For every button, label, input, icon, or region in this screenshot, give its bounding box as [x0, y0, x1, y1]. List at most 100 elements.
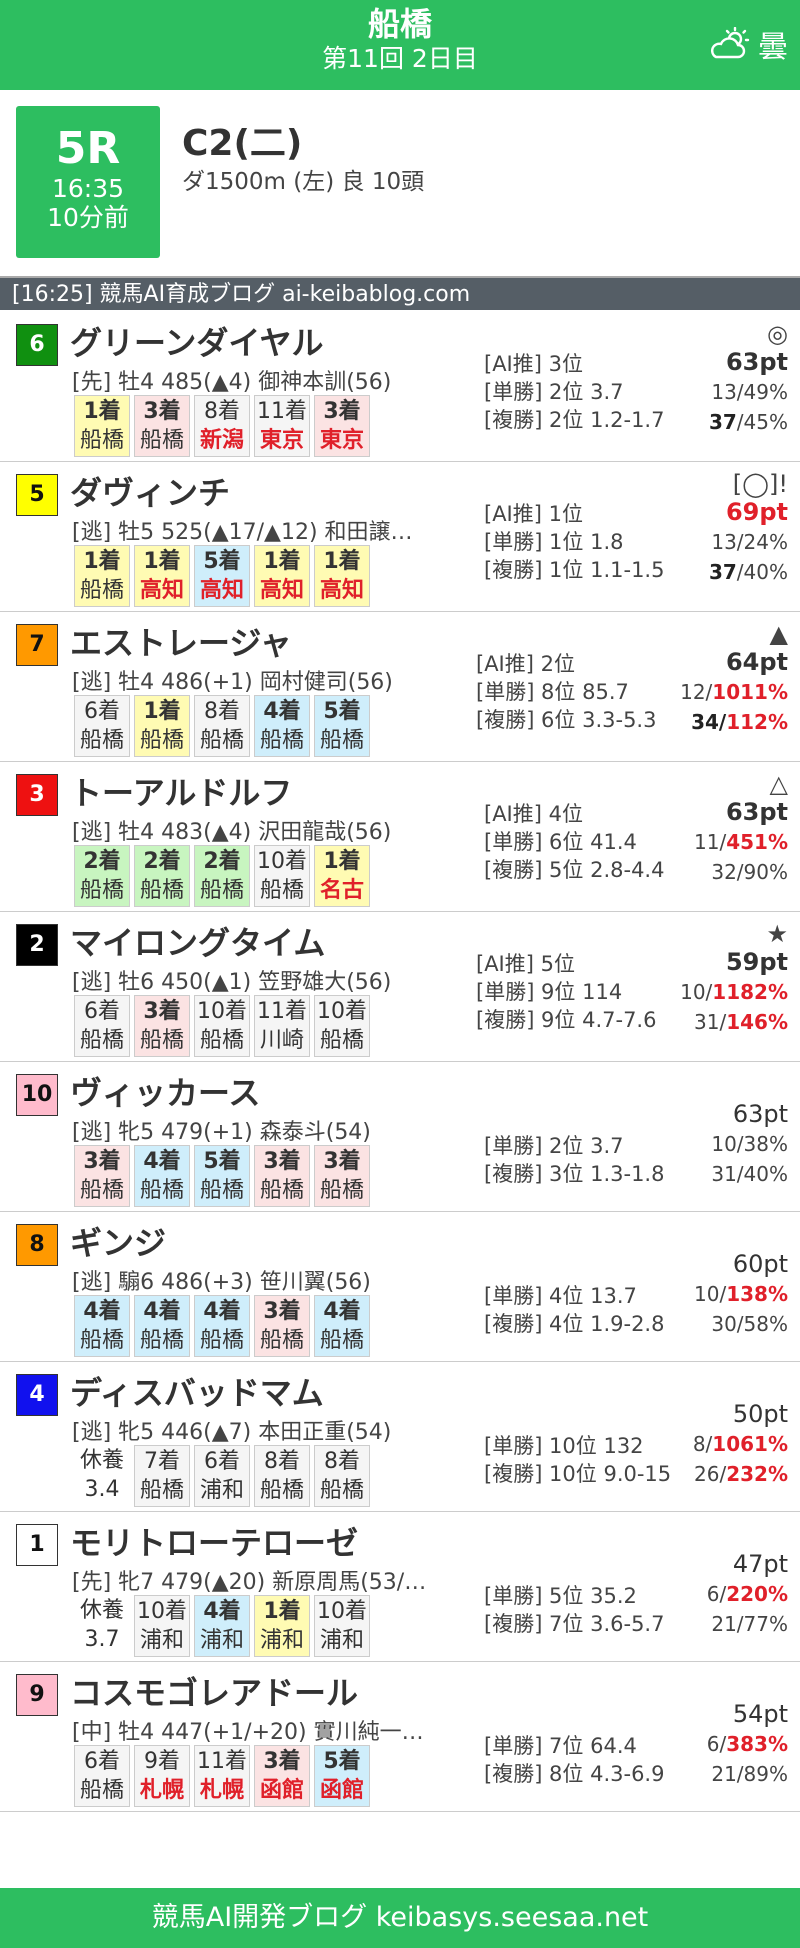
hit-rate-2-pct: 90%: [743, 860, 788, 884]
place-odds: [複勝] 10位 9.0-15: [484, 1462, 672, 1486]
hit-rate-2-pct: 77%: [743, 1612, 788, 1636]
win-odds: [単勝] 6位 41.4: [484, 830, 637, 854]
result-venue: 川崎: [259, 1028, 304, 1053]
hit-rate-1-count: 8/: [692, 1432, 713, 1456]
horse-info: [逃] 牡4 486(+1) 岡村健司(56): [72, 670, 393, 695]
horse-name[interactable]: ディスバッドマム: [70, 1368, 324, 1414]
past-result-cell: 4着 船橋: [254, 695, 310, 757]
past-result-cell: 1着 船橋: [74, 545, 130, 607]
result-venue: 船橋: [139, 428, 184, 453]
horse-name[interactable]: ダヴィンチ: [70, 468, 230, 514]
result-rank: 3着: [263, 1299, 301, 1324]
race-class: C2(二): [182, 123, 303, 164]
hit-rate-1-count: 6/: [706, 1732, 727, 1756]
hit-rate-2: 21/89%: [711, 1762, 788, 1786]
past-result-cell: 4着 船橋: [74, 1295, 130, 1357]
race-number-box: 5R 16:35 10分前: [16, 106, 160, 258]
result-venue: 船橋: [319, 728, 364, 753]
past-results: 6着 船橋 3着 船橋 10着 船橋 11着 川崎 10着 船橋: [74, 995, 374, 1057]
past-results: 休養 3.7 10着 浦和 4着 浦和 1着 浦和 10着 浦和: [74, 1595, 374, 1657]
horse-number-badge: 9: [16, 1674, 58, 1716]
prediction-mark: ◎: [767, 320, 788, 348]
blog-banner-link[interactable]: [16:25] 競馬AI育成ブログ ai-keibablog.com: [0, 276, 800, 310]
place-odds: [複勝] 2位 1.2-1.7: [484, 408, 665, 432]
result-rank: 6着: [204, 1449, 240, 1474]
prediction-mark: ▲: [769, 620, 788, 648]
horse-name[interactable]: ギンジ: [70, 1218, 166, 1264]
place-odds: [複勝] 5位 2.8-4.4: [484, 858, 665, 882]
result-rank: 3着: [143, 999, 181, 1024]
horse-name[interactable]: マイロングタイム: [70, 918, 325, 964]
points-score: 63pt: [732, 1100, 788, 1128]
hit-rate-2-count: 34/: [691, 710, 727, 734]
horse-row[interactable]: 4 ディスバッドマム [逃] 牝5 446(▲7) 本田正重(54) 休養 3.4 7着船…: [0, 1362, 800, 1512]
past-result-cell: 5着 函館: [314, 1745, 370, 1807]
horse-row[interactable]: 8 ギンジ [逃] 騸6 486(+3) 笹川翼(56) 4着 船橋 4着 船橋 4着 船橋 3着…: [0, 1212, 800, 1362]
result-venue: 船橋: [79, 1328, 124, 1353]
horse-row[interactable]: 2 マイロングタイム [逃] 牡6 450(▲1) 笠野雄大(56) 6着 船橋 3着 船橋…: [0, 912, 800, 1062]
hit-rate-1-pct: 1061%: [712, 1432, 788, 1456]
horse-name[interactable]: コスモゴレアドール: [70, 1668, 358, 1714]
footer-blog-link[interactable]: 競馬AI開発ブログ keibasys.seesaa.net: [0, 1888, 800, 1948]
horse-row[interactable]: 6 グリーンダイヤル [先] 牡4 485(▲4) 御神本訓(56) 1着 船橋 3着 船橋…: [0, 312, 800, 462]
horse-info: [先] 牝7 479(▲20) 新原周馬(53/+2): [72, 1570, 432, 1595]
result-venue: 船橋: [79, 428, 124, 453]
win-odds: [単勝] 4位 13.7: [484, 1284, 637, 1308]
past-result-cell: 8着 船橋: [254, 1445, 310, 1507]
hit-rate-1-count: 11/: [694, 830, 727, 854]
result-rank: 10着: [137, 1599, 187, 1624]
horse-name[interactable]: ヴィッカース: [70, 1068, 260, 1114]
horse-number-badge: 1: [16, 1524, 58, 1566]
past-results: 1着 船橋 3着 船橋 8着 新潟 11着 東京 3着 東京: [74, 395, 374, 457]
horse-row[interactable]: 1 モリトローテローゼ [先] 牝7 479(▲20) 新原周馬(53/+2) 休養 3…: [0, 1512, 800, 1662]
result-venue: 浦和: [139, 1628, 184, 1653]
horse-name[interactable]: トーアルドルフ: [70, 768, 292, 814]
horse-row[interactable]: 7 エストレージャ [逃] 牡4 486(+1) 岡村健司(56) 6着 船橋 1着 船橋 8…: [0, 612, 800, 762]
result-rank: 5着: [203, 1149, 241, 1174]
horse-row[interactable]: 9 コスモゴレアドール [中] 牡4 447(+1/+20) 實川純一(56) 6着船…: [0, 1662, 800, 1812]
past-result-cell: 4着 船橋: [194, 1295, 250, 1357]
past-result-cell: 1着 高知: [254, 545, 310, 607]
result-rank: 5着: [323, 1749, 361, 1774]
result-rank: 11着: [257, 999, 307, 1024]
result-venue: 船橋: [79, 1178, 124, 1203]
hit-rate-2: 30/58%: [711, 1312, 788, 1336]
horse-row[interactable]: 5 ダヴィンチ [逃] 牡5 525(▲17/▲12) 和田譲治(56) 1着 船橋 1着…: [0, 462, 800, 612]
result-rank: 10着: [197, 999, 247, 1024]
hit-rate-1-count: 12/: [680, 680, 713, 704]
hit-rate-2-count: 21/: [711, 1762, 744, 1786]
hit-rate-2-pct: /45%: [736, 410, 788, 434]
past-result-cell: 10着 船橋: [254, 845, 310, 907]
horse-name[interactable]: モリトローテローゼ: [70, 1518, 358, 1564]
horse-name[interactable]: エストレージャ: [70, 618, 292, 664]
result-rank: 1着: [263, 549, 301, 574]
result-venue: 高知: [139, 578, 184, 603]
past-result-cell: 5着 船橋: [314, 695, 370, 757]
result-rank: 11着: [257, 399, 307, 424]
odds-block: [AI推] 4位 [単勝] 6位 41.4 [複勝] 5位 2.8-4.4: [484, 800, 664, 884]
result-venue: 船橋: [259, 878, 304, 903]
horse-name[interactable]: グリーンダイヤル: [70, 318, 323, 364]
past-result-cell: 1着 船橋: [134, 695, 190, 757]
hit-rate-2-pct: 58%: [743, 1312, 788, 1336]
result-rank: 3着: [323, 399, 361, 424]
horse-row[interactable]: 3 トーアルドルフ [逃] 牡4 483(▲4) 沢田龍哉(56) 2着 船橋 2着 船橋 2…: [0, 762, 800, 912]
past-result-cell: 3着 船橋: [314, 1145, 370, 1207]
hit-rate-2-count: 31/: [711, 1162, 744, 1186]
past-result-cell: 8着 船橋: [194, 695, 250, 757]
result-venue: 船橋: [319, 1328, 364, 1353]
result-rank: 2着: [83, 849, 121, 874]
result-venue: 浦和: [259, 1628, 304, 1653]
result-venue: 船橋: [319, 1178, 364, 1203]
result-venue: 浦和: [199, 1628, 244, 1653]
ai-rank: [AI推] 3位: [484, 352, 583, 376]
result-rank: 4着: [143, 1149, 181, 1174]
hit-rate-2-count: 21/: [711, 1612, 744, 1636]
past-result-cell: 4着 浦和: [194, 1595, 250, 1657]
past-result-cell: 1着 浦和: [254, 1595, 310, 1657]
horse-row[interactable]: 10 ヴィッカース [逃] 牝5 479(+1) 森泰斗(54) 3着 船橋 4着 船橋 5着…: [0, 1062, 800, 1212]
result-rank: 2着: [143, 849, 181, 874]
past-result-cell: 4着 船橋: [314, 1295, 370, 1357]
points-score: 59pt: [725, 948, 788, 976]
hit-rate-2-pct: 40%: [743, 1162, 788, 1186]
